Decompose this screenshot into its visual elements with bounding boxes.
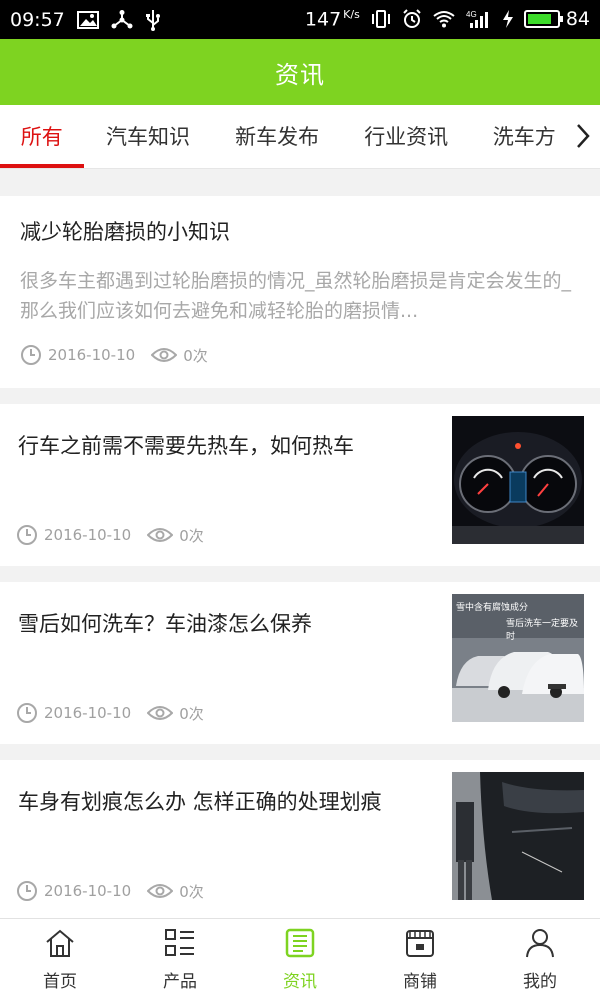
clock-icon [16, 524, 38, 546]
article-views: 0次 [179, 704, 204, 723]
network-speed: 147 K/s [304, 8, 360, 31]
nav-products[interactable]: 产品 [120, 919, 240, 1000]
article-meta: 2016-10-10 0次 [16, 524, 204, 546]
chevron-right-icon[interactable] [566, 105, 600, 167]
article-date: 2016-10-10 [44, 882, 132, 900]
tab-industry-news[interactable]: 行业资讯 [342, 105, 471, 167]
user-icon [524, 928, 556, 963]
nav-products-label: 产品 [163, 971, 197, 992]
status-bar: 09:57 147 K/s 4G 84 [0, 0, 600, 39]
eye-icon [147, 704, 174, 722]
article-meta: 2016-10-10 0次 [16, 880, 204, 902]
vibrate-icon [370, 9, 392, 29]
eye-icon [147, 526, 174, 544]
article-thumbnail[interactable]: 雪中含有腐蚀成分 雪后洗车一定要及时 [452, 594, 584, 722]
charging-icon [502, 9, 514, 29]
battery-icon [523, 10, 563, 29]
nav-mine-label: 我的 [523, 971, 557, 992]
article-title: 减少轮胎磨损的小知识 [20, 220, 230, 244]
eye-icon [151, 346, 178, 364]
alarm-icon [402, 9, 422, 29]
clock-icon [20, 344, 42, 366]
article-item[interactable]: 雪后如何洗车？车油漆怎么保养 2016-10-10 0次 雪中含有腐蚀成分 雪后… [0, 582, 600, 744]
nav-news-label: 资讯 [283, 971, 317, 992]
wifi-icon [432, 10, 456, 28]
article-date: 2016-10-10 [44, 704, 132, 722]
clock-icon [16, 702, 38, 724]
article-thumbnail[interactable] [452, 772, 584, 900]
tab-new-car-release[interactable]: 新车发布 [213, 105, 342, 167]
article-title: 车身有划痕怎么办 怎样正确的处理划痕 [18, 790, 382, 814]
article-item[interactable]: 车身有划痕怎么办 怎样正确的处理划痕 2016-10-10 0次 [0, 760, 600, 918]
thumbnail-caption: 雪后洗车一定要及时 [506, 619, 579, 642]
grid-list-icon [164, 928, 196, 963]
app-header: 资讯 [0, 39, 600, 105]
svg-text:4G: 4G [466, 10, 477, 19]
tab-all[interactable]: 所有 [0, 105, 85, 168]
category-tabs: 所有 汽车知识 新车发布 行业资讯 洗车方 [0, 105, 600, 169]
news-icon [284, 928, 316, 963]
page-title: 资讯 [275, 60, 325, 89]
article-views: 0次 [183, 346, 208, 365]
article-title: 雪后如何洗车？车油漆怎么保养 [18, 612, 312, 636]
article-date: 2016-10-10 [44, 526, 132, 544]
thumbnail-caption: 雪中含有腐蚀成分 [456, 603, 529, 613]
clock: 09:57 [10, 8, 65, 31]
article-item[interactable]: 行车之前需不需要先热车，如何热车 2016-10-10 0次 [0, 404, 600, 566]
eye-icon [147, 882, 174, 900]
image-icon [76, 10, 99, 29]
share-icon [111, 9, 133, 30]
nav-shop-label: 商铺 [403, 971, 437, 992]
usb-icon [145, 9, 161, 31]
shop-icon [404, 928, 436, 963]
article-summary: 很多车主都遇到过轮胎磨损的情况_虽然轮胎磨损是肯定会发生的_那么我们应该如何去避… [20, 270, 572, 322]
clock-icon [16, 880, 38, 902]
nav-news[interactable]: 资讯 [240, 919, 360, 1000]
article-title: 行车之前需不需要先热车，如何热车 [18, 434, 354, 458]
signal-4g-icon: 4G [466, 9, 492, 29]
article-thumbnail[interactable] [452, 416, 584, 544]
bottom-navigation: 首页 产品 资讯 商铺 我的 [0, 918, 600, 1000]
nav-mine[interactable]: 我的 [480, 919, 600, 1000]
article-meta: 2016-10-10 0次 [16, 702, 204, 724]
tab-car-knowledge[interactable]: 汽车知识 [83, 105, 212, 167]
home-icon [44, 928, 76, 963]
nav-home-label: 首页 [43, 971, 77, 992]
article-date: 2016-10-10 [48, 346, 136, 364]
article-item[interactable]: 减少轮胎磨损的小知识 很多车主都遇到过轮胎磨损的情况_虽然轮胎磨损是肯定会发生的… [0, 196, 600, 388]
battery-percent: 84 [565, 8, 590, 31]
battery: 84 [523, 8, 590, 31]
article-views: 0次 [179, 882, 204, 901]
nav-home[interactable]: 首页 [0, 919, 120, 1000]
article-meta: 2016-10-10 0次 [20, 344, 208, 366]
nav-shop[interactable]: 商铺 [360, 919, 480, 1000]
article-views: 0次 [179, 526, 204, 545]
